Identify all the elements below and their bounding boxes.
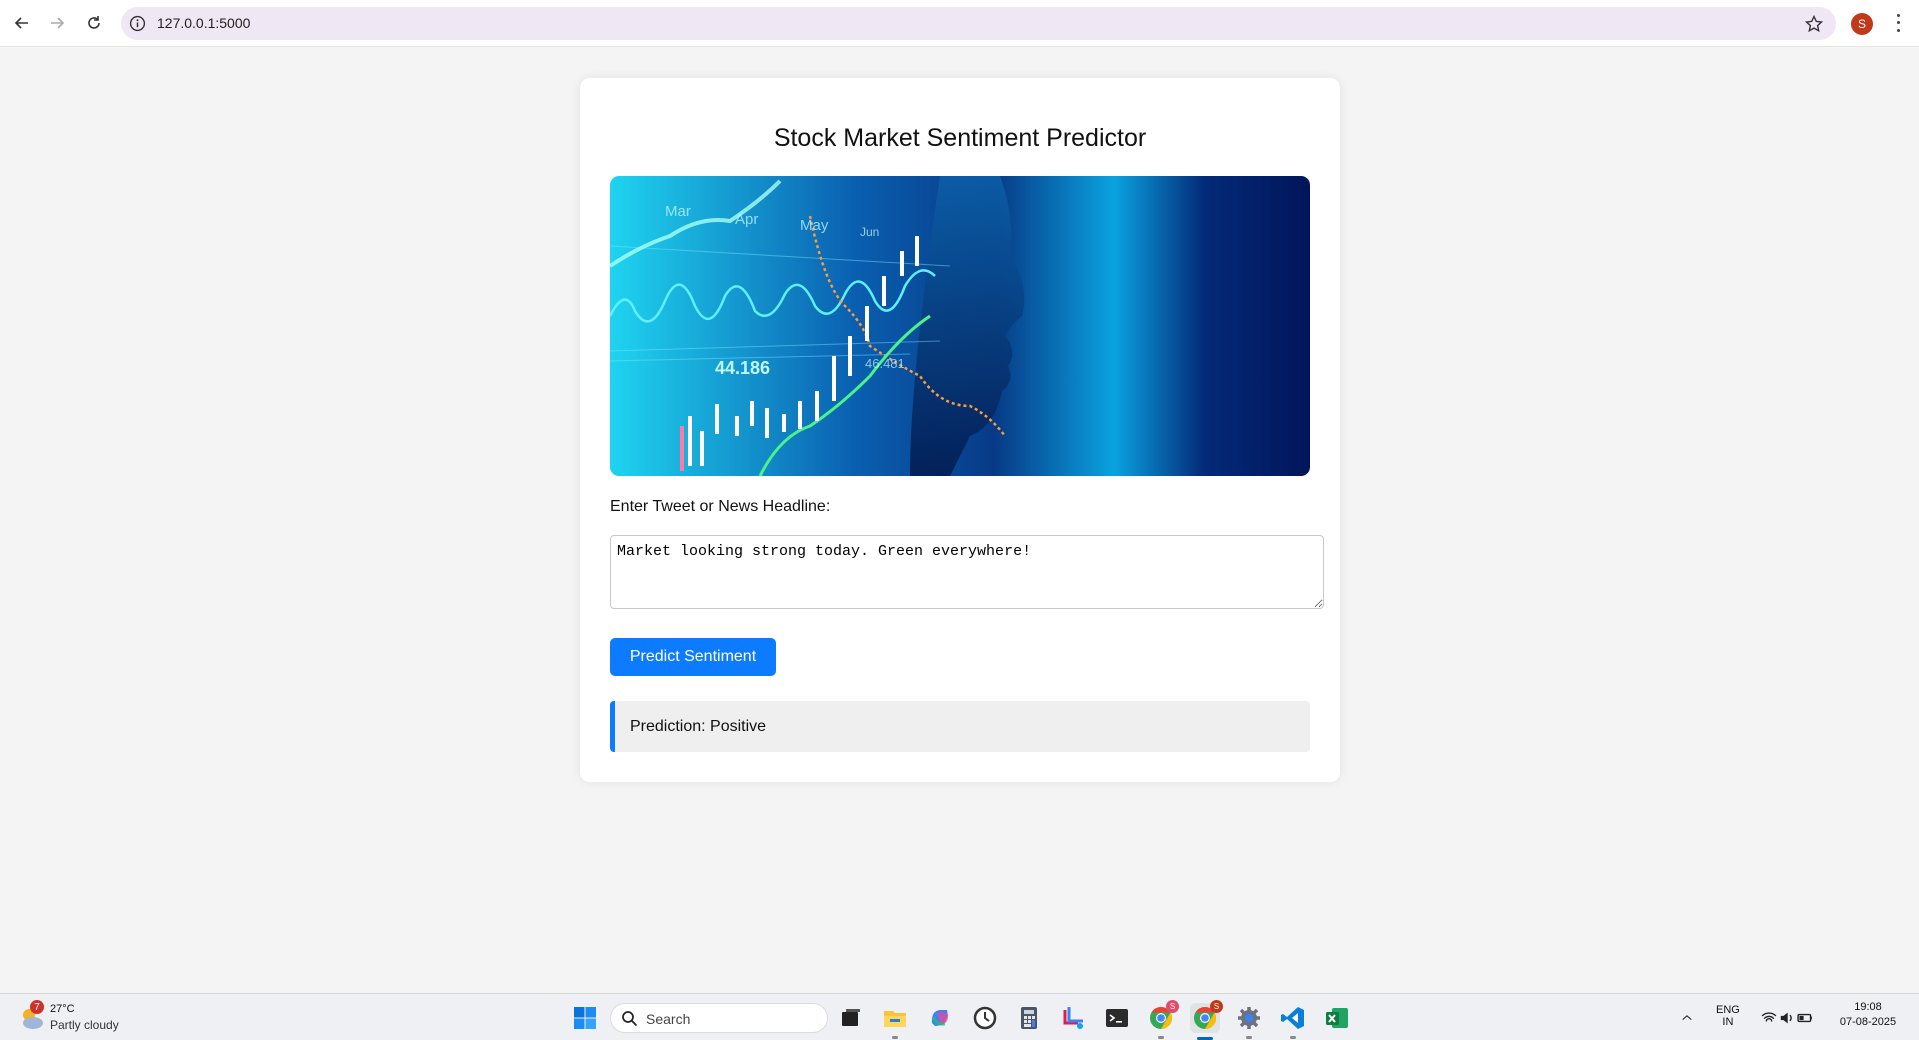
arrow-right-icon [51,17,65,29]
snipping-tool-icon [1063,1007,1083,1029]
headline-label: Enter Tweet or News Headline: [610,498,831,515]
show-hidden-icons-button[interactable] [1675,1003,1699,1033]
site-info-icon[interactable] [129,15,146,32]
weather-temperature: 27°C [50,1003,75,1015]
folder-icon [884,1011,906,1027]
address-bar[interactable]: 127.0.0.1:5000 [121,7,1836,40]
bookmark-star-icon[interactable] [1804,14,1824,34]
copilot-icon [931,1010,949,1026]
prediction-result: Prediction: Positive [610,701,1310,752]
start-button[interactable] [570,1003,600,1033]
forward-button[interactable] [44,10,70,36]
clock-app-button[interactable] [970,1003,1000,1033]
vscode-button[interactable] [1278,1003,1308,1039]
weather-badge: 7 [30,1000,44,1014]
region-code: IN [1722,1016,1734,1028]
windows-taskbar: 7 27°C Partly cloudy Search S S ENG IN 1… [0,993,1919,1040]
windows-logo-icon [574,1007,596,1029]
running-indicator [1290,1036,1296,1039]
wifi-icon [1761,1012,1777,1022]
weather-widget[interactable]: 7 27°C Partly cloudy [18,1000,128,1034]
running-indicator [1158,1036,1164,1039]
calculator-button[interactable] [1014,1003,1044,1033]
settings-button[interactable] [1234,1003,1264,1039]
file-explorer-button[interactable] [880,1003,910,1039]
hero-label-month: Apr [735,211,758,228]
predict-sentiment-button[interactable]: Predict Sentiment [610,638,776,676]
search-icon [622,1011,638,1027]
copilot-button[interactable] [925,1003,955,1033]
hero-label-month: May [800,217,829,234]
chrome-profile-badge: S [1210,1000,1223,1013]
date-text: 07-08-2025 [1839,1016,1897,1028]
volume-icon [1780,1012,1792,1024]
url-text[interactable]: 127.0.0.1:5000 [157,15,250,31]
excel-button[interactable] [1322,1003,1352,1033]
language-indicator[interactable]: ENG IN [1716,1004,1740,1028]
terminal-button[interactable] [1102,1003,1132,1033]
terminal-icon [1106,1009,1128,1027]
snipping-tool-button[interactable] [1058,1003,1088,1033]
stock-chart-ai-face-image: Mar Apr May Jun 44.186 46.481 [610,176,1310,476]
language-code: ENG [1716,1004,1740,1016]
browser-toolbar: 127.0.0.1:5000 S [0,0,1919,47]
dot-icon [1896,21,1900,25]
dot-icon [1896,28,1900,32]
running-indicator [1246,1036,1252,1039]
headline-textarea[interactable]: Market looking strong today. Green every… [610,535,1324,609]
chrome-profile-1-button[interactable]: S [1146,1000,1179,1039]
hero-label-value: 44.186 [715,358,770,378]
clock-display[interactable]: 19:08 07-08-2025 [1838,1001,1898,1028]
hero-label-month: Mar [665,203,691,220]
calculator-icon [1021,1007,1037,1029]
task-view-icon [842,1009,860,1026]
clock-icon [973,1006,997,1030]
excel-icon [1326,1008,1348,1028]
hero-label-month: Jun [860,225,879,239]
hero-image: Mar Apr May Jun 44.186 46.481 [610,176,1310,476]
battery-icon [1797,1013,1812,1023]
arrow-left-icon [14,17,28,29]
system-tray-status[interactable] [1752,1003,1822,1033]
prediction-text: Prediction: Positive [630,718,767,735]
task-view-button[interactable] [836,1003,866,1033]
chevron-up-icon [1682,1015,1692,1021]
weather-description: Partly cloudy [50,1018,119,1032]
chrome-profile-badge: S [1166,1000,1179,1013]
time-text: 19:08 [1854,1001,1882,1013]
vscode-icon [1281,1007,1304,1029]
predictor-card: Stock Market Sentiment Predictor Mar Apr… [580,78,1340,782]
running-indicator [892,1036,898,1039]
chrome-profile-2-button[interactable]: S [1190,1000,1223,1040]
reload-button[interactable] [81,10,107,36]
dot-icon [1896,14,1900,18]
profile-avatar[interactable]: S [1851,13,1873,35]
back-button[interactable] [9,10,35,36]
reload-icon [88,16,100,29]
taskbar-search[interactable]: Search [610,1003,828,1033]
hero-label-value: 46.481 [865,356,905,371]
search-placeholder: Search [646,1011,691,1027]
browser-menu-button[interactable] [1890,12,1906,34]
gear-icon [1238,1007,1260,1029]
page-title: Stock Market Sentiment Predictor [773,124,1147,152]
